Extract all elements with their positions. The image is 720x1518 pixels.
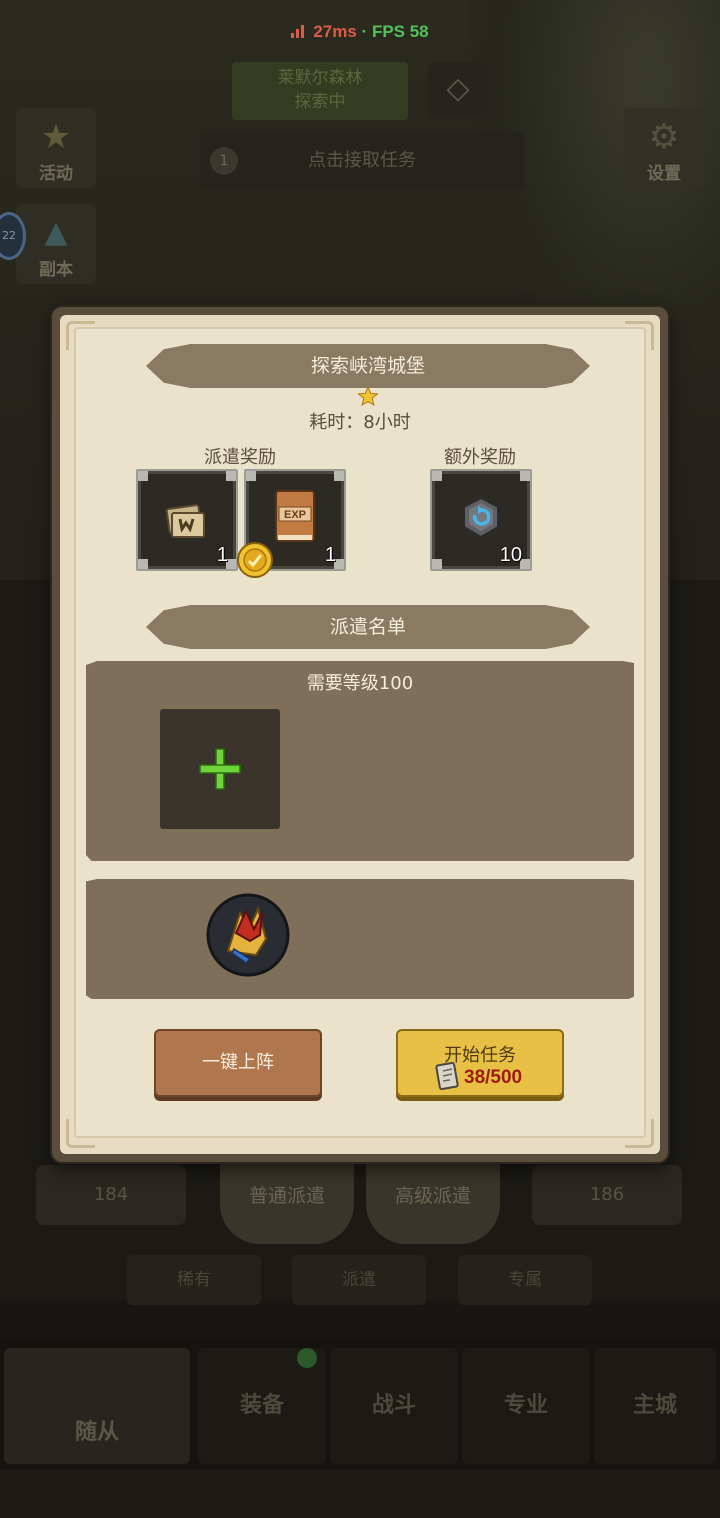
events-button[interactable]: ★ 活动 (16, 108, 96, 188)
reward-slot[interactable]: 1 (136, 469, 238, 571)
mission-cost: 38/500 (464, 1067, 523, 1088)
follower-level: 184 (93, 1184, 129, 1205)
task-bar[interactable]: 1 点击接取任务 (200, 132, 524, 190)
start-mission-button[interactable]: 开始任务 38/500 (396, 1029, 564, 1097)
extra-reward-slot[interactable]: 10 (430, 469, 532, 571)
dialog-frame: 探索峡湾城堡 耗时：8小时 派遣奖励 额外奖励 1 EXP 1 10 派遣名单 … (60, 315, 660, 1154)
settings-label: 设置 (647, 164, 681, 184)
frame-corner (66, 1119, 95, 1148)
dungeon-label: 副本 (39, 260, 73, 280)
nav-battle[interactable]: 战斗 (330, 1348, 458, 1464)
extra-reward-label: 额外奖励 (444, 447, 516, 468)
reward-qty: 1 (324, 544, 336, 566)
tab-advanced-dispatch[interactable]: 高级派遣 (366, 1160, 500, 1244)
add-follower-slot[interactable] (160, 709, 280, 829)
dispatch-reward-label: 派遣奖励 (204, 447, 276, 468)
scroll-bundle-icon (165, 504, 205, 538)
bonus-panel (86, 879, 634, 999)
fps-value: FPS 58 (371, 22, 429, 41)
gear-icon: ⚙ (648, 117, 680, 157)
star-icon: ★ (40, 117, 72, 157)
mission-title: 探索峡湾城堡 (146, 344, 590, 388)
exp-book-icon: EXP (275, 490, 315, 542)
nav-profession[interactable]: 专业 (462, 1348, 590, 1464)
signal-icon (291, 25, 307, 38)
bottom-nav: 随从 装备 战斗 专业 主城 (0, 1340, 720, 1469)
feather-emblem-icon[interactable] (206, 893, 290, 977)
zone-switch-icon[interactable]: ◇ (428, 62, 488, 118)
task-count-badge: 1 (210, 147, 238, 175)
roster-panel: 需要等级100 (86, 661, 634, 861)
follower-slot-2[interactable]: 186 (532, 1165, 682, 1225)
filter-exclusive[interactable]: 专属 (458, 1255, 592, 1305)
scroll-ticket-icon (435, 1061, 459, 1091)
plus-icon (199, 748, 241, 790)
fps-separator: · (356, 22, 372, 41)
filter-dispatch[interactable]: 派遣 (292, 1255, 426, 1305)
start-mission-label: 开始任务 (444, 1045, 516, 1066)
nav-followers[interactable]: 随从 (4, 1348, 190, 1464)
auto-deploy-button[interactable]: 一键上阵 (154, 1029, 322, 1097)
frame-corner (625, 321, 654, 350)
tab-normal-dispatch[interactable]: 普通派遣 (220, 1160, 354, 1244)
follower-slot-1[interactable]: 184 (36, 1165, 186, 1225)
mission-duration: 耗时：8小时 (309, 412, 411, 433)
network-status: 27ms · FPS 58 (0, 22, 720, 42)
zone-status: 探索中 (294, 92, 346, 112)
events-label: 活动 (39, 164, 73, 184)
filter-rare[interactable]: 稀有 (127, 1255, 261, 1305)
extra-reward-qty: 10 (499, 544, 522, 566)
zone-indicator[interactable]: 莱默尔森林 探索中 (232, 62, 408, 120)
frame-corner (66, 321, 95, 350)
level-requirement: 需要等级100 (306, 673, 414, 694)
svg-text:EXP: EXP (284, 509, 306, 521)
gear-stone-icon (463, 496, 499, 539)
reward-qty: 1 (216, 544, 228, 566)
roster-title: 派遣名单 (146, 605, 590, 649)
dispatch-dialog: 探索峡湾城堡 耗时：8小时 派遣奖励 额外奖励 1 EXP 1 10 派遣名单 … (52, 307, 668, 1162)
gold-coin-icon (237, 542, 273, 578)
notification-dot (297, 1348, 317, 1368)
zone-name: 莱默尔森林 (277, 68, 363, 88)
follower-level: 186 (589, 1184, 625, 1205)
frame-corner (625, 1119, 654, 1148)
nav-main-city[interactable]: 主城 (594, 1348, 716, 1464)
task-hint: 点击接取任务 (308, 150, 416, 171)
dungeon-button[interactable]: ▲ 副本 (16, 204, 96, 284)
settings-button[interactable]: ⚙ 设置 (624, 108, 704, 188)
ping-value: 27ms (313, 22, 357, 41)
gate-icon: ▲ (44, 215, 68, 250)
star-icon (358, 387, 378, 406)
